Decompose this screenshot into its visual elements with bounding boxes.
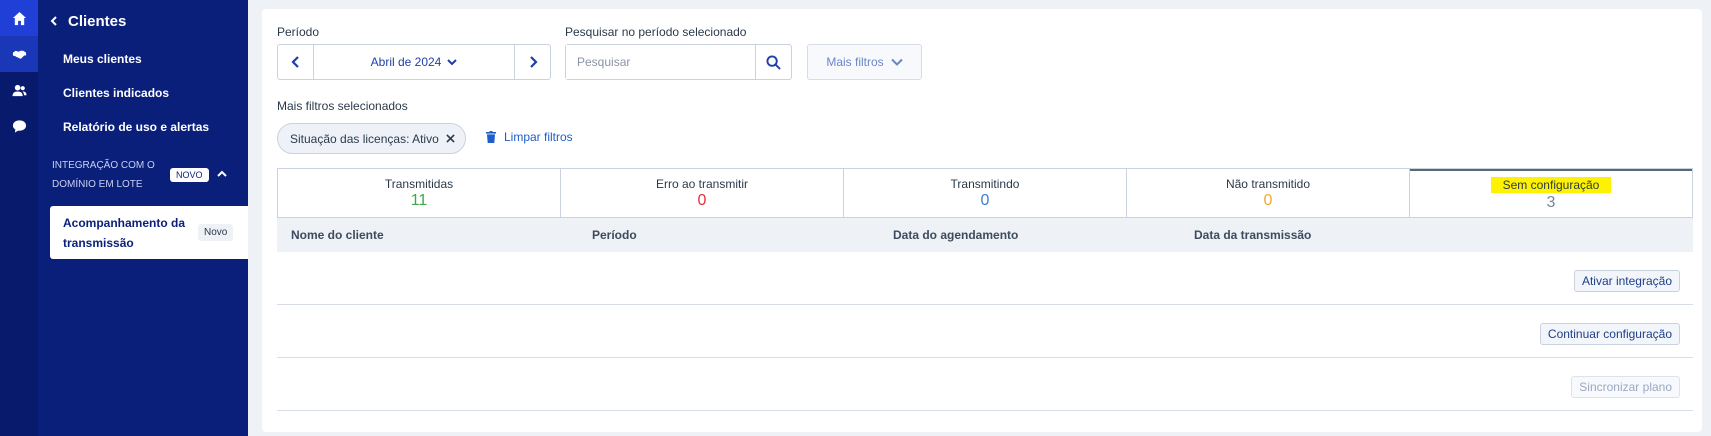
nav-header: Clientes bbox=[38, 0, 248, 42]
clear-filters-button[interactable]: Limpar filtros bbox=[486, 130, 573, 144]
nav-title: Clientes bbox=[68, 12, 127, 30]
continue-configuration-button[interactable]: Continuar configuração bbox=[1539, 323, 1680, 345]
clients-button[interactable] bbox=[0, 36, 38, 72]
chevron-left-icon bbox=[50, 16, 57, 26]
period-dropdown[interactable]: Abril de 2024 bbox=[314, 45, 514, 79]
search-box bbox=[565, 44, 792, 80]
tab-label: Não transmitido bbox=[1225, 176, 1311, 191]
filter-chip-label: Situação das licenças: Ativo bbox=[290, 131, 439, 146]
home-button[interactable] bbox=[0, 0, 38, 36]
search-input[interactable] bbox=[566, 45, 755, 79]
users-icon bbox=[11, 84, 27, 96]
sidebar-group-label: INTEGRAÇÃO COM O DOMÍNIO EM LOTE bbox=[52, 160, 155, 190]
chevron-down-icon bbox=[890, 58, 903, 66]
sidebar-item-acompanhamento[interactable]: Acompanhamento da transmissão Novo bbox=[50, 206, 248, 259]
period-selector: Abril de 2024 bbox=[277, 44, 551, 80]
tab-nao-transmitido[interactable]: Não transmitido 0 bbox=[1127, 169, 1410, 217]
table-row: Sincronizar plano bbox=[277, 358, 1693, 411]
sync-plan-button[interactable]: Sincronizar plano bbox=[1571, 376, 1680, 398]
period-label: Período bbox=[277, 25, 320, 39]
chevron-up-icon[interactable] bbox=[216, 166, 227, 184]
chevron-down-icon bbox=[447, 59, 458, 66]
tab-transmitindo[interactable]: Transmitindo 0 bbox=[844, 169, 1127, 217]
table-header: Nome do cliente Período Data do agendame… bbox=[277, 218, 1693, 252]
close-icon[interactable] bbox=[446, 134, 455, 143]
sidebar-item-relatorio[interactable]: Relatório de uso e alertas bbox=[38, 110, 248, 144]
chevron-right-icon bbox=[529, 56, 538, 68]
column-header: Período bbox=[592, 228, 637, 242]
chat-button[interactable] bbox=[0, 108, 38, 144]
back-button[interactable] bbox=[46, 13, 62, 29]
sidebar-item-clientes-indicados[interactable]: Clientes indicados bbox=[38, 76, 248, 110]
column-header: Data do agendamento bbox=[893, 228, 1019, 242]
clear-filters-label: Limpar filtros bbox=[504, 130, 573, 144]
search-label: Pesquisar no período selecionado bbox=[565, 25, 747, 39]
tab-count: 0 bbox=[1263, 191, 1273, 209]
next-period-button[interactable] bbox=[514, 45, 550, 79]
new-badge: NOVO bbox=[170, 168, 209, 182]
tab-transmitidas[interactable]: Transmitidas 11 bbox=[278, 169, 561, 217]
selected-filters-label: Mais filtros selecionados bbox=[277, 99, 408, 113]
table-row: Continuar configuração bbox=[277, 305, 1693, 358]
content-card: Período Abril de 2024 Pesquisar no perío… bbox=[262, 9, 1702, 432]
previous-period-button[interactable] bbox=[278, 45, 314, 79]
sidebar-nav: Clientes Meus clientes Clientes indicado… bbox=[38, 0, 248, 436]
search-icon bbox=[766, 54, 781, 70]
column-header: Data da transmissão bbox=[1194, 228, 1312, 242]
tab-label: Transmitidas bbox=[384, 176, 454, 191]
tab-erro[interactable]: Erro ao transmitir 0 bbox=[561, 169, 844, 217]
sidebar-group-integracao[interactable]: INTEGRAÇÃO COM O DOMÍNIO EM LOTE NOVO bbox=[38, 148, 248, 202]
handshake-icon bbox=[12, 50, 26, 59]
trash-icon bbox=[486, 131, 496, 143]
more-filters-button[interactable]: Mais filtros bbox=[807, 44, 922, 80]
sidebar-item-meus-clientes[interactable]: Meus clientes bbox=[38, 42, 248, 76]
chevron-left-icon bbox=[290, 56, 299, 68]
more-filters-label: Mais filtros bbox=[826, 55, 884, 69]
tab-count: 0 bbox=[697, 191, 707, 209]
chat-icon bbox=[12, 119, 26, 133]
tab-label: Erro ao transmitir bbox=[655, 176, 749, 191]
column-header: Nome do cliente bbox=[291, 228, 384, 242]
tab-label: Sem configuração bbox=[1490, 176, 1612, 193]
sidebar-item-label: Acompanhamento da transmissão bbox=[63, 215, 186, 250]
tab-count: 0 bbox=[980, 191, 990, 209]
filter-chip[interactable]: Situação das licenças: Ativo bbox=[277, 123, 466, 154]
icon-rail bbox=[0, 0, 38, 436]
period-value: Abril de 2024 bbox=[370, 55, 442, 69]
tab-sem-configuracao[interactable]: Sem configuração 3 bbox=[1410, 169, 1692, 217]
tab-label: Transmitindo bbox=[950, 176, 1020, 191]
tab-count: 11 bbox=[410, 191, 428, 209]
table-row: Ativar integração bbox=[277, 252, 1693, 305]
tab-count: 3 bbox=[1546, 193, 1556, 211]
search-button[interactable] bbox=[755, 45, 791, 79]
activate-integration-button[interactable]: Ativar integração bbox=[1573, 270, 1680, 292]
status-tabs: Transmitidas 11 Erro ao transmitir 0 Tra… bbox=[277, 168, 1693, 218]
home-icon bbox=[12, 11, 26, 25]
users-button[interactable] bbox=[0, 72, 38, 108]
new-badge: Novo bbox=[198, 224, 234, 241]
